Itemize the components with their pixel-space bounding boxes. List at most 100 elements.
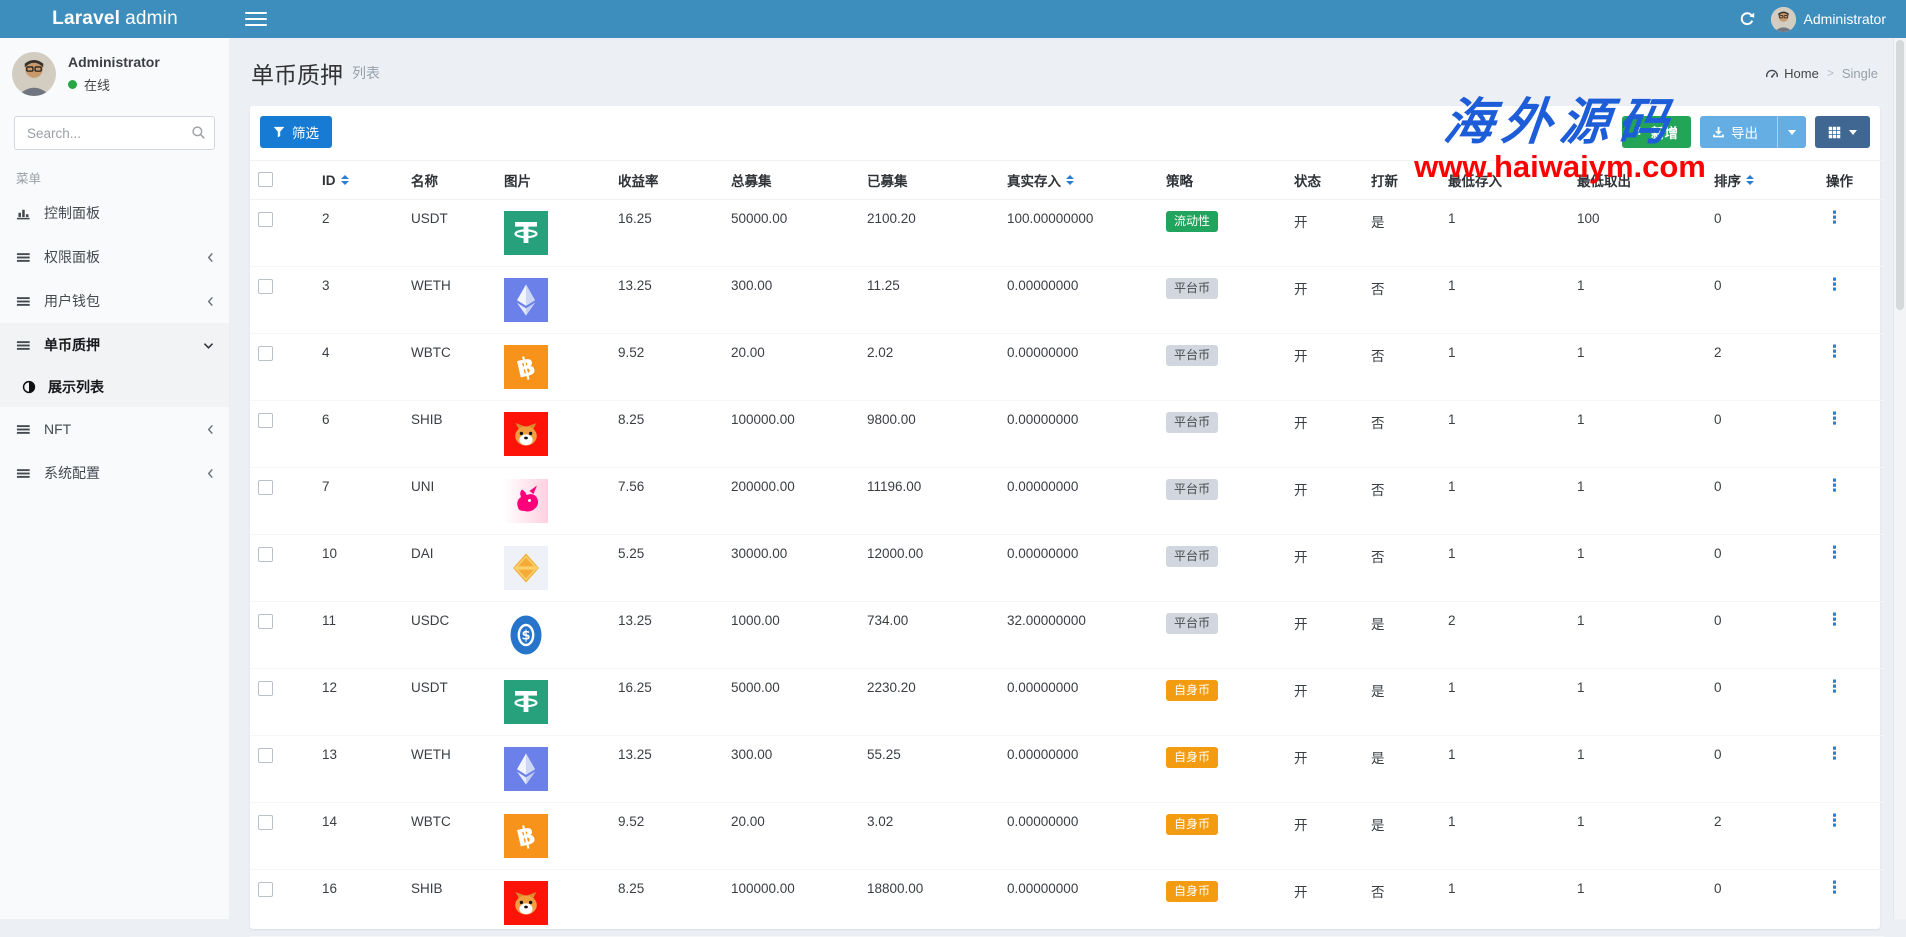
- row-actions-button[interactable]: ⋮: [1826, 211, 1843, 225]
- row-actions-button[interactable]: ⋮: [1826, 546, 1843, 560]
- export-dropdown-toggle[interactable]: [1777, 116, 1806, 148]
- page-subtitle: 列表: [352, 63, 380, 83]
- cell-rate: 8.25: [618, 412, 644, 427]
- row-actions-button[interactable]: ⋮: [1826, 613, 1843, 627]
- column-header-排序[interactable]: 排序: [1706, 161, 1818, 200]
- cell-min-deposit: 1: [1448, 345, 1456, 360]
- select-all-checkbox[interactable]: [258, 172, 273, 187]
- row-checkbox[interactable]: [258, 681, 273, 696]
- export-button[interactable]: 导出: [1700, 116, 1770, 148]
- row-actions-button[interactable]: ⋮: [1826, 814, 1843, 828]
- search-icon[interactable]: [191, 125, 206, 140]
- cell-new-listing: 是: [1371, 617, 1385, 632]
- cell-rate: 9.52: [618, 814, 644, 829]
- sidebar: Administrator 在线 菜单 控制面板权限面板用户钱包单币质押展示列表…: [0, 38, 230, 919]
- row-checkbox[interactable]: [258, 279, 273, 294]
- row-actions-button[interactable]: ⋮: [1826, 680, 1843, 694]
- row-checkbox[interactable]: [258, 547, 273, 562]
- cell-new-listing: 否: [1371, 885, 1385, 900]
- cell-sort: 0: [1714, 412, 1722, 427]
- breadcrumb-home-link[interactable]: Home: [1765, 66, 1819, 81]
- sidebar-item-单币质押[interactable]: 单币质押: [0, 323, 229, 367]
- row-actions-button[interactable]: ⋮: [1826, 881, 1843, 895]
- table-row: 6SHIB8.25100000.009800.000.00000000平台币开否…: [250, 401, 1884, 468]
- list-icon: [16, 294, 38, 309]
- filter-button[interactable]: 筛选: [260, 116, 332, 148]
- scrollbar-thumb[interactable]: [1896, 40, 1904, 310]
- column-label: ID: [322, 173, 336, 188]
- cell-sort: 2: [1714, 814, 1722, 829]
- cell-min-withdraw: 1: [1577, 680, 1585, 695]
- row-checkbox[interactable]: [258, 882, 273, 897]
- row-actions-button[interactable]: ⋮: [1826, 747, 1843, 761]
- row-checkbox[interactable]: [258, 748, 273, 763]
- row-checkbox[interactable]: [258, 346, 273, 361]
- cell-status: 开: [1294, 416, 1308, 431]
- table-row: 3WETH13.25300.0011.250.00000000平台币开否110⋮: [250, 267, 1884, 334]
- row-checkbox[interactable]: [258, 614, 273, 629]
- sidebar-subitem-展示列表[interactable]: 展示列表: [0, 367, 229, 407]
- table-body: 2USDT16.2550000.002100.20100.00000000流动性…: [250, 200, 1884, 937]
- refresh-icon[interactable]: [1739, 11, 1755, 27]
- column-header-操作: 操作: [1818, 161, 1884, 200]
- cell-name: USDT: [411, 680, 448, 695]
- avatar: [12, 52, 56, 96]
- cell-name: WETH: [411, 747, 451, 762]
- cell-name: USDT: [411, 211, 448, 226]
- cell-raised: 11196.00: [867, 479, 921, 494]
- cell-new-listing: 否: [1371, 483, 1385, 498]
- cell-status: 开: [1294, 282, 1308, 297]
- cell-sort: 0: [1714, 278, 1722, 293]
- columns-button[interactable]: [1815, 116, 1870, 148]
- page-scrollbar[interactable]: [1893, 38, 1906, 919]
- sidebar-item-label: 控制面板: [44, 203, 100, 223]
- row-checkbox[interactable]: [258, 815, 273, 830]
- row-checkbox[interactable]: [258, 480, 273, 495]
- cell-total-raise: 20.00: [731, 345, 765, 360]
- row-checkbox[interactable]: [258, 413, 273, 428]
- cell-id: 7: [322, 479, 330, 494]
- cell-status: 开: [1294, 818, 1308, 833]
- cell-name: WBTC: [411, 814, 451, 829]
- table-row: 16SHIB8.25100000.0018800.000.00000000自身币…: [250, 870, 1884, 937]
- sidebar-item-NFT[interactable]: NFT: [0, 407, 229, 451]
- search-input[interactable]: [14, 116, 215, 150]
- brand-light: admin: [125, 8, 178, 30]
- column-header-真实存入[interactable]: 真实存入: [999, 161, 1158, 200]
- column-header-已募集: 已募集: [859, 161, 999, 200]
- user-menu[interactable]: Administrator: [1771, 7, 1886, 32]
- cell-name: USDC: [411, 613, 449, 628]
- sidebar-toggle-icon[interactable]: [245, 12, 267, 27]
- cell-raised: 55.25: [867, 747, 901, 762]
- cell-total-raise: 1000.00: [731, 613, 780, 628]
- sidebar-group: 权限面板: [0, 235, 229, 279]
- column-header-总募集: 总募集: [723, 161, 859, 200]
- cell-raised: 2100.20: [867, 211, 916, 226]
- app-brand[interactable]: Laravel admin: [0, 0, 230, 38]
- cell-rate: 7.56: [618, 479, 644, 494]
- cell-min-deposit: 1: [1448, 412, 1456, 427]
- column-header-ID[interactable]: ID: [314, 161, 403, 200]
- table-row: 12USDT16.255000.002230.200.00000000自身币开是…: [250, 669, 1884, 736]
- sidebar-username: Administrator: [68, 54, 160, 70]
- sidebar-item-权限面板[interactable]: 权限面板: [0, 235, 229, 279]
- row-actions-button[interactable]: ⋮: [1826, 278, 1843, 292]
- cell-sort: 0: [1714, 546, 1722, 561]
- add-button[interactable]: + 新增: [1622, 116, 1691, 148]
- cell-min-withdraw: 100: [1577, 211, 1600, 226]
- sidebar-item-用户钱包[interactable]: 用户钱包: [0, 279, 229, 323]
- cell-raised: 9800.00: [867, 412, 916, 427]
- cell-rate: 13.25: [618, 747, 652, 762]
- wbtc-icon: ฿: [504, 814, 602, 858]
- cell-min-deposit: 1: [1448, 747, 1456, 762]
- row-actions-button[interactable]: ⋮: [1826, 412, 1843, 426]
- strategy-badge: 自身币: [1166, 680, 1218, 701]
- row-checkbox[interactable]: [258, 212, 273, 227]
- cell-new-listing: 是: [1371, 684, 1385, 699]
- cell-min-withdraw: 1: [1577, 747, 1585, 762]
- sidebar-item-控制面板[interactable]: 控制面板: [0, 191, 229, 235]
- sidebar-item-系统配置[interactable]: 系统配置: [0, 451, 229, 495]
- cell-sort: 0: [1714, 881, 1722, 896]
- row-actions-button[interactable]: ⋮: [1826, 479, 1843, 493]
- row-actions-button[interactable]: ⋮: [1826, 345, 1843, 359]
